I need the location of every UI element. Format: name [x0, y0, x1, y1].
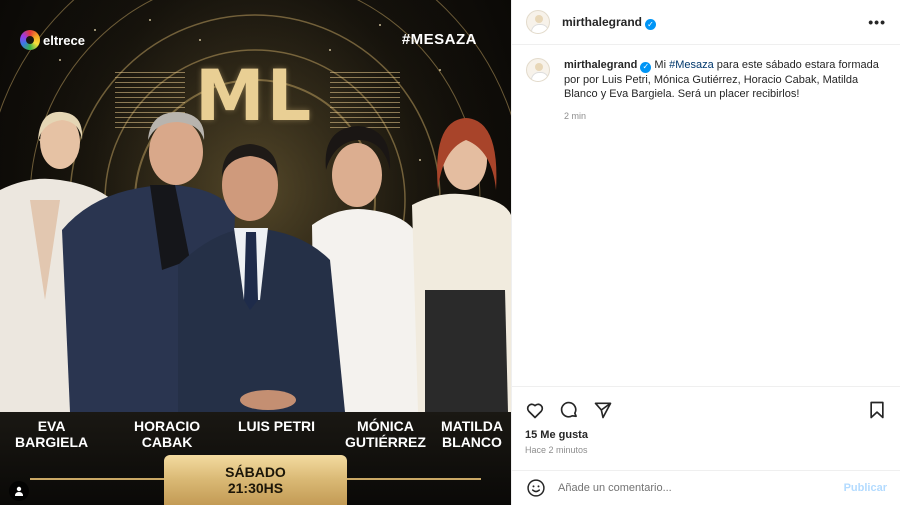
guest-name-line: GUTIÉRREZ: [345, 434, 426, 450]
tagged-users-button[interactable]: [9, 481, 29, 501]
comment-bar: Publicar: [512, 470, 900, 505]
like-heart-icon[interactable]: [525, 400, 545, 420]
guest-name-line: MATILDA: [441, 418, 503, 434]
post-actions: 15 Me gusta Hace 2 minutos: [512, 386, 900, 455]
header-username-text[interactable]: mirthalegrand: [562, 15, 642, 29]
guest-name-matilda: MATILDA BLANCO: [441, 418, 503, 450]
verified-icon: ✓: [640, 61, 652, 73]
guest-name-line: HORACIO: [134, 418, 201, 434]
comment-input[interactable]: [558, 482, 844, 494]
avatar[interactable]: [526, 10, 550, 34]
caption-avatar[interactable]: [526, 58, 550, 82]
instagram-post-view: eltrece #MESAZA ML EVA BARGIELA HORACIO …: [0, 0, 900, 505]
save-bookmark-icon[interactable]: [867, 400, 887, 420]
post-side-panel: mirthalegrand ✓ ••• mirthalegrand ✓ Mi #Me…: [511, 0, 900, 505]
schedule-day: SÁBADO: [225, 464, 286, 480]
schedule-hour: 21:30HS: [227, 480, 284, 496]
gold-divider-right: [347, 478, 481, 480]
gold-divider-left: [30, 478, 164, 480]
post-image[interactable]: eltrece #MESAZA ML EVA BARGIELA HORACIO …: [0, 0, 511, 505]
caption-time: 2 min: [564, 110, 587, 121]
guest-name-monica: MÓNICA GUTIÉRREZ: [345, 418, 426, 450]
guest-name-line: CABAK: [141, 434, 193, 450]
caption-text-before: Mi: [654, 59, 670, 71]
emoji-icon[interactable]: [526, 478, 546, 498]
caption-body: mirthalegrand ✓ Mi #Mesaza para este sába…: [564, 58, 880, 123]
caption-hashtag-link[interactable]: #Mesaza: [669, 59, 714, 71]
caption: mirthalegrand ✓ Mi #Mesaza para este sába…: [512, 45, 900, 123]
guest-name-line: BLANCO: [442, 434, 502, 450]
share-send-icon[interactable]: [593, 400, 613, 420]
guest-name-luis: LUIS PETRI: [238, 418, 315, 434]
likes-count[interactable]: 15 Me gusta: [525, 429, 887, 441]
schedule-badge: SÁBADO 21:30HS: [164, 455, 347, 505]
person-icon: [15, 486, 23, 496]
caption-username[interactable]: mirthalegrand: [564, 59, 637, 71]
guest-figure-matilda: [412, 118, 511, 412]
guest-name-line: BARGIELA: [15, 434, 89, 450]
guest-name-line: LUIS PETRI: [238, 418, 316, 434]
more-options-icon[interactable]: •••: [868, 14, 886, 30]
verified-icon: ✓: [645, 18, 657, 30]
guest-name-line: EVA: [37, 418, 66, 434]
post-timestamp: Hace 2 minutos: [525, 445, 588, 455]
guest-name-eva: EVA BARGIELA: [15, 418, 88, 450]
header-username[interactable]: mirthalegrand ✓: [562, 15, 657, 30]
action-icons: [525, 399, 887, 421]
guest-name-horacio: HORACIO CABAK: [134, 418, 200, 450]
publish-button[interactable]: Publicar: [844, 482, 887, 494]
guest-figure-luis: [178, 144, 345, 412]
post-header: mirthalegrand ✓ •••: [512, 0, 900, 45]
comment-icon[interactable]: [559, 400, 579, 420]
guest-name-line: MÓNICA: [357, 418, 414, 434]
